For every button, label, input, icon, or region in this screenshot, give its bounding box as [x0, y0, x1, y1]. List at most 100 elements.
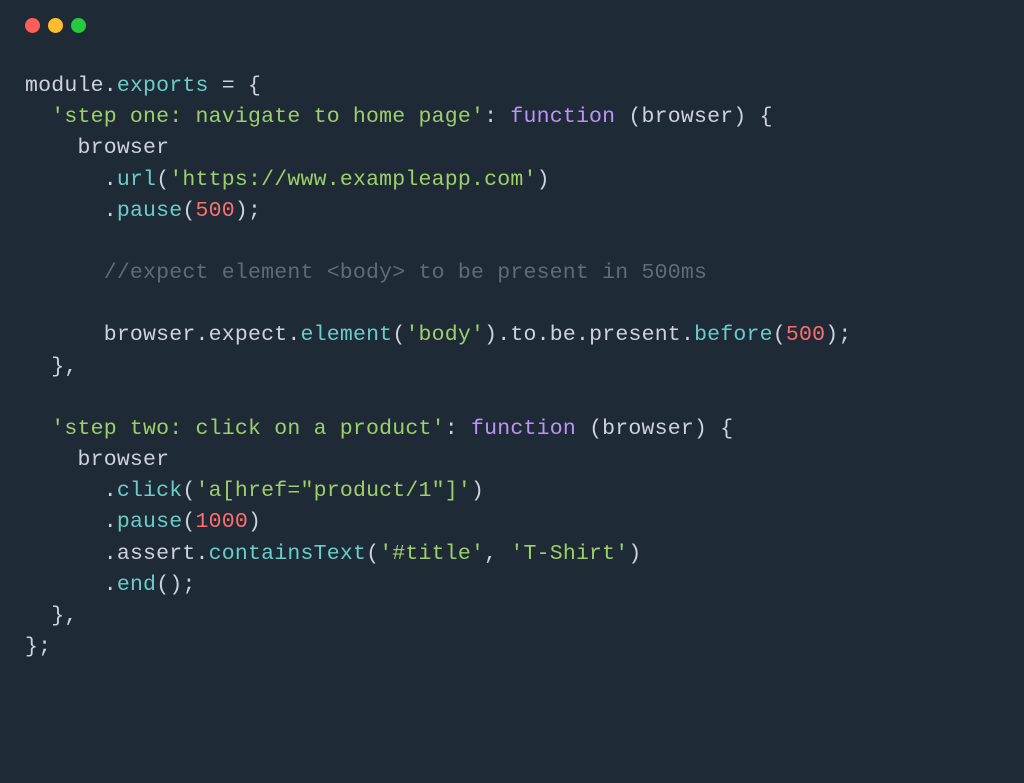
token-sp [576, 417, 589, 441]
token-url: url [117, 168, 156, 192]
close-icon[interactable] [25, 18, 40, 33]
token-expect: expect [209, 323, 288, 347]
token-browser-param: (browser) [589, 417, 707, 441]
token-lbrace: { [760, 105, 773, 129]
token-semi: ; [248, 199, 261, 223]
token-dot: . [104, 479, 117, 503]
token-1000: 1000 [196, 510, 248, 534]
token-dot: . [104, 74, 117, 98]
token-browser-param: (browser) [628, 105, 746, 129]
token-comment1: //expect element <body> to be present in… [104, 261, 707, 285]
token-rbrace: } [51, 355, 64, 379]
token-be: be [550, 323, 576, 347]
token-indent [25, 323, 104, 347]
token-eq: = [222, 74, 235, 98]
token-rparen: ) [248, 510, 261, 534]
token-tshirt-arg: 'T-Shirt' [510, 542, 628, 566]
token-dot: . [576, 323, 589, 347]
token-indent [25, 542, 104, 566]
code-block: module.exports = { 'step one: navigate t… [0, 43, 1024, 683]
token-dot: . [196, 542, 209, 566]
token-function: function [471, 417, 576, 441]
token-pause: pause [117, 510, 183, 534]
token-end: end [117, 573, 156, 597]
token-indent [25, 479, 104, 503]
token-indent [25, 448, 77, 472]
token-lparen: ( [182, 199, 195, 223]
token-rbrace: } [51, 604, 64, 628]
step2-key: 'step two: click on a product' [51, 417, 445, 441]
token-comma: , [64, 604, 77, 628]
token-indent [25, 168, 104, 192]
token-containsText: containsText [209, 542, 366, 566]
token-dot: . [196, 323, 209, 347]
token-sp [235, 74, 248, 98]
token-present: present [589, 323, 681, 347]
token-indent [25, 136, 77, 160]
token-rparen: ) [235, 199, 248, 223]
token-dot: . [104, 168, 117, 192]
token-lparen: ( [182, 510, 195, 534]
token-dot: . [104, 199, 117, 223]
token-dot: . [681, 323, 694, 347]
token-pause: pause [117, 199, 183, 223]
token-indent [25, 573, 104, 597]
token-indent [25, 604, 51, 628]
token-sp [209, 74, 222, 98]
token-browser: browser [77, 448, 169, 472]
token-dot: . [497, 323, 510, 347]
token-lparen: ( [392, 323, 405, 347]
token-sp [707, 417, 720, 441]
token-click-arg: 'a[href="product/1"]' [196, 479, 471, 503]
token-semi: ; [838, 323, 851, 347]
token-dot: . [104, 573, 117, 597]
token-to: to [510, 323, 536, 347]
token-indent [25, 261, 104, 285]
token-rparen: ) [484, 323, 497, 347]
token-colon: : [445, 417, 458, 441]
token-sp [458, 417, 471, 441]
token-semi: ; [182, 573, 195, 597]
token-dot: . [537, 323, 550, 347]
minimize-icon[interactable] [48, 18, 63, 33]
token-semi: ; [38, 635, 51, 659]
token-indent [25, 105, 51, 129]
token-500: 500 [196, 199, 235, 223]
token-indent [25, 199, 104, 223]
token-indent [25, 355, 51, 379]
token-lparen: ( [156, 573, 169, 597]
token-rbrace: } [25, 635, 38, 659]
token-browser: browser [104, 323, 196, 347]
token-title-arg: '#title' [379, 542, 484, 566]
token-function: function [510, 105, 615, 129]
token-rparen: ) [628, 542, 641, 566]
token-exports: exports [117, 74, 209, 98]
code-terminal: module.exports = { 'step one: navigate t… [0, 0, 1024, 783]
token-comma-sp: , [484, 542, 510, 566]
token-module: module [25, 74, 104, 98]
token-comma: , [64, 355, 77, 379]
token-lparen: ( [182, 479, 195, 503]
token-lbrace: { [248, 74, 261, 98]
maximize-icon[interactable] [71, 18, 86, 33]
token-colon: : [484, 105, 497, 129]
token-rparen: ) [169, 573, 182, 597]
token-sp [497, 105, 510, 129]
token-rparen: ) [537, 168, 550, 192]
token-dot: . [104, 542, 117, 566]
step1-key: 'step one: navigate to home page' [51, 105, 484, 129]
token-500b: 500 [786, 323, 825, 347]
token-assert: assert [117, 542, 196, 566]
token-element: element [300, 323, 392, 347]
token-lparen: ( [366, 542, 379, 566]
title-bar [0, 0, 1024, 43]
token-lparen: ( [773, 323, 786, 347]
token-lparen: ( [156, 168, 169, 192]
token-lbrace: { [720, 417, 733, 441]
token-url-arg: 'https://www.exampleapp.com' [169, 168, 536, 192]
token-body-arg: 'body' [405, 323, 484, 347]
token-dot: . [104, 510, 117, 534]
token-sp [615, 105, 628, 129]
token-before: before [694, 323, 773, 347]
token-indent [25, 417, 51, 441]
